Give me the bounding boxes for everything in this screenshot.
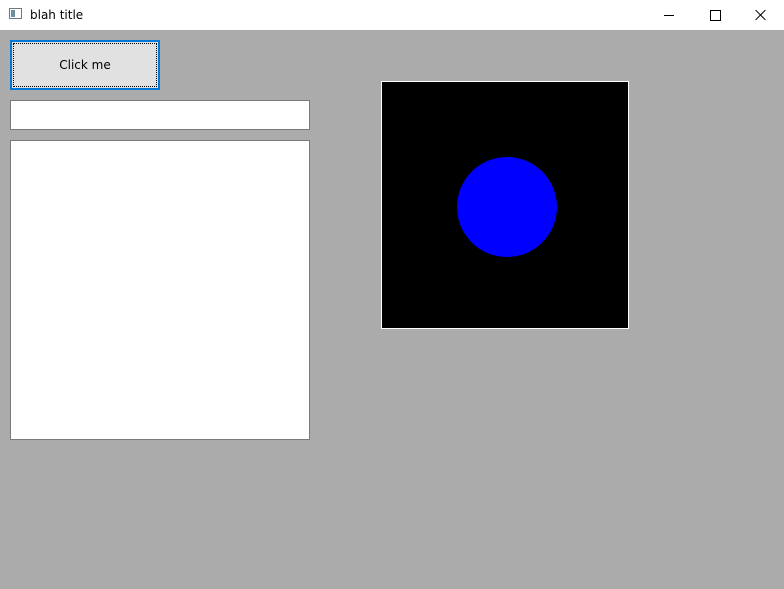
click-me-button[interactable]: Click me <box>10 40 160 90</box>
canvas-svg <box>457 157 557 257</box>
text-input[interactable] <box>10 100 310 130</box>
close-icon <box>755 9 767 21</box>
close-button[interactable] <box>738 0 784 30</box>
maximize-button[interactable] <box>692 0 738 30</box>
minimize-button[interactable] <box>646 0 692 30</box>
title-bar[interactable]: blah title <box>0 0 784 30</box>
window-title: blah title <box>30 8 84 22</box>
text-area[interactable] <box>10 140 310 440</box>
minimize-icon <box>664 14 674 16</box>
blue-circle <box>457 157 557 257</box>
focus-ring <box>13 43 157 87</box>
drawing-canvas[interactable] <box>381 81 629 329</box>
app-window-icon <box>9 8 22 19</box>
maximize-icon <box>709 9 721 21</box>
